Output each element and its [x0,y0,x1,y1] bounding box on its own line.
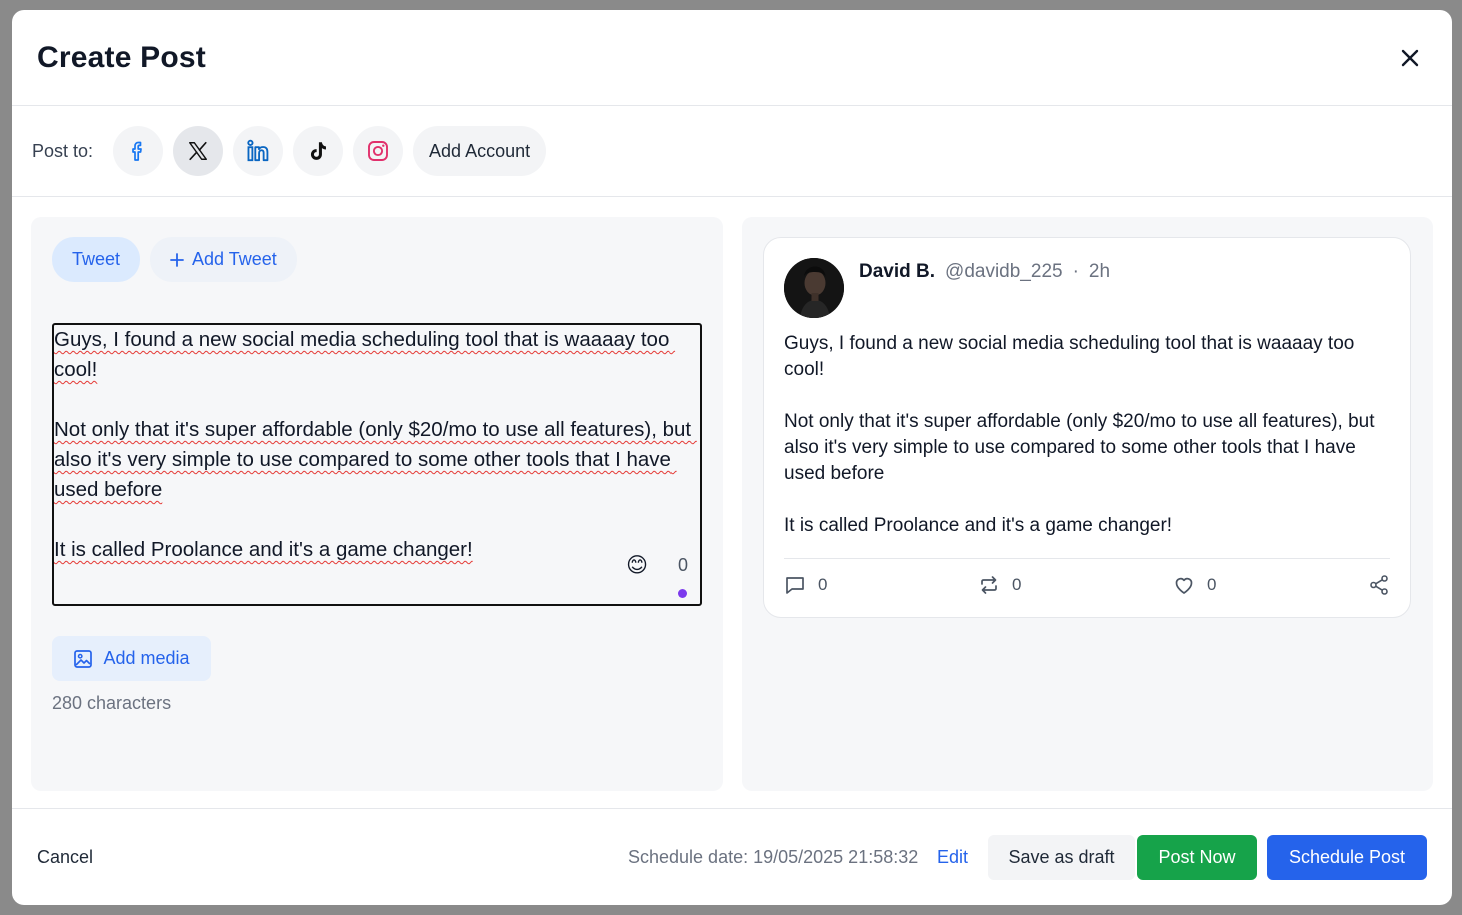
modal-header: Create Post [12,10,1452,106]
like-count: 0 [1207,575,1217,594]
tab-tweet[interactable]: Tweet [52,237,141,282]
tweet-author-line: David B. @davidb_225 · 2h [859,261,1110,283]
tweet-preview-text: Guys, I found a new social media schedul… [784,333,1375,536]
reply-count: 0 [818,575,828,594]
close-icon [1401,49,1419,66]
instagram-icon [368,141,388,161]
share-icon [1370,575,1388,595]
avatar-image [784,258,844,318]
account-instagram-button[interactable] [353,126,404,176]
post-now-button[interactable]: Post Now [1137,835,1257,880]
preview-panel: David B. @davidb_225 · 2h Guys, I found … [742,217,1433,791]
tweet-text-editor[interactable]: Guys, I found a new social media schedul… [52,323,702,606]
tweet-text-content[interactable]: Guys, I found a new social media schedul… [54,325,700,565]
add-tweet-label: Add Tweet [192,249,277,269]
page-title: Create Post [37,40,206,74]
tweet-actions: 0 0 0 [784,574,1390,598]
cancel-button[interactable]: Cancel [37,847,93,868]
character-limit-note: 280 characters [52,693,172,713]
avatar [784,258,844,318]
char-counter: 0 [677,555,688,575]
close-button[interactable] [1393,41,1427,75]
add-tweet-button[interactable]: Add Tweet [150,237,297,282]
post-to-label: Post to: [32,140,94,161]
save-draft-button[interactable]: Save as draft [988,835,1135,880]
emoji-picker-icon[interactable]: 😊 [626,553,648,578]
schedule-post-button[interactable]: Schedule Post [1267,835,1427,880]
account-tiktok-button[interactable] [293,126,344,176]
schedule-date-text: Schedule date: 19/05/2025 21:58:32 [628,847,919,867]
like-action[interactable]: 0 [1173,574,1216,596]
facebook-icon [132,141,142,161]
compose-area: Tweet Add Tweet Guys, I found a new soci… [12,197,1452,809]
tweet-time: 2h [1088,261,1111,282]
share-action[interactable] [1368,574,1390,596]
post-to-bar: Post to: Add Account [12,106,1452,197]
modal-footer: Cancel Schedule date: 19/05/2025 21:58:3… [12,808,1452,905]
add-media-button[interactable]: Add media [52,636,211,681]
author-name: David B. [859,261,936,282]
plus-icon [170,252,184,267]
edit-schedule-link[interactable]: Edit [937,847,968,868]
create-post-modal: Create Post Post to: Add Account Tweet A… [12,10,1452,905]
tweet-tabs: Tweet Add Tweet [52,237,297,282]
retweet-action[interactable]: 0 [978,574,1021,596]
account-linkedin-button[interactable] [233,126,284,176]
account-x-button[interactable] [173,126,224,176]
author-handle: @davidb_225 [945,261,1063,282]
tiktok-icon [310,142,327,160]
heart-icon [1175,577,1193,594]
reply-action[interactable]: 0 [784,574,827,596]
retweet-icon [981,576,997,594]
image-icon [74,649,93,668]
comment-icon [786,577,804,594]
x-icon [189,141,208,161]
divider [784,558,1390,559]
account-facebook-button[interactable] [113,126,164,176]
retweet-count: 0 [1012,575,1022,594]
linkedin-icon [247,139,269,162]
dot-separator: · [1072,261,1079,282]
add-media-label: Add media [103,648,190,668]
tweet-preview-card: David B. @davidb_225 · 2h Guys, I found … [763,237,1411,618]
add-account-button[interactable]: Add Account [413,126,547,176]
editor-panel: Tweet Add Tweet Guys, I found a new soci… [31,217,723,791]
status-dot [678,589,687,598]
